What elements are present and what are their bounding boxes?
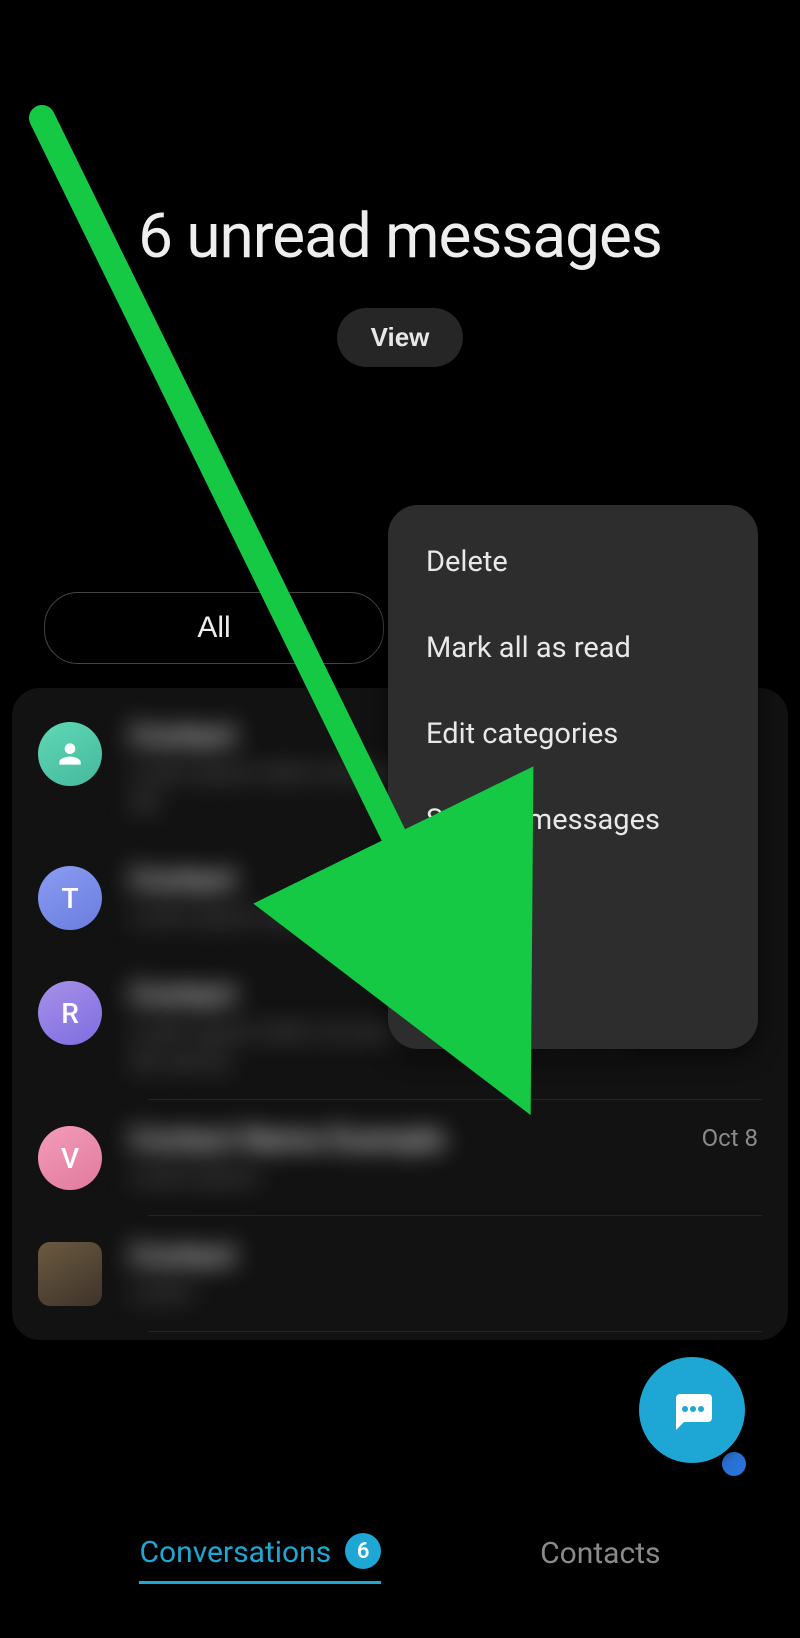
avatar-letter: V [61,1142,79,1175]
tab-conversations-badge: 6 [345,1533,381,1569]
conversation-body: Contact Name Example Lorem ipsum [130,1122,762,1193]
avatar: T [38,866,102,930]
filter-all-pill[interactable]: All [44,592,384,664]
header-area: 6 unread messages View [0,0,800,367]
conversation-date: Oct 8 [702,1124,758,1152]
compose-fab[interactable] [639,1357,745,1463]
avatar-letter: R [61,997,79,1030]
menu-delete[interactable]: Delete [388,519,758,605]
menu-trash[interactable]: Trash [388,863,758,949]
tab-contacts-label: Contacts [540,1536,660,1571]
conversation-item[interactable]: V Contact Name Example Lorem ipsum Oct 8 [12,1100,788,1215]
menu-mark-all-read[interactable]: Mark all as read [388,605,758,691]
menu-edit-categories[interactable]: Edit categories [388,691,758,777]
conversation-name: Contact Name Example [130,1122,762,1157]
separator [148,1331,762,1332]
conversation-body: Contact Lorem [130,1238,762,1309]
view-button[interactable]: View [337,308,464,367]
chat-bubble-icon [668,1386,716,1434]
fab-notification-dot [722,1452,746,1476]
conversation-name: Contact [130,1238,762,1273]
avatar: R [38,981,102,1045]
person-icon [54,738,86,770]
avatar: V [38,1126,102,1190]
menu-starred-messages[interactable]: Starred messages [388,777,758,863]
avatar-letter: T [61,882,78,915]
unread-count-title: 6 unread messages [0,200,800,273]
tab-contacts[interactable]: Contacts [540,1536,660,1581]
menu-settings[interactable]: Settings [388,949,758,1035]
tab-conversations-label: Conversations [139,1535,331,1570]
bottom-tab-bar: Conversations 6 Contacts [0,1533,800,1584]
conversation-preview: Lorem [130,1279,650,1309]
conversation-preview: Lorem ipsum [130,1163,650,1193]
tab-conversations[interactable]: Conversations 6 [139,1533,381,1584]
avatar [38,1242,102,1306]
overflow-menu: Delete Mark all as read Edit categories … [388,505,758,1049]
conversation-item[interactable]: Contact Lorem [12,1216,788,1331]
avatar [38,722,102,786]
